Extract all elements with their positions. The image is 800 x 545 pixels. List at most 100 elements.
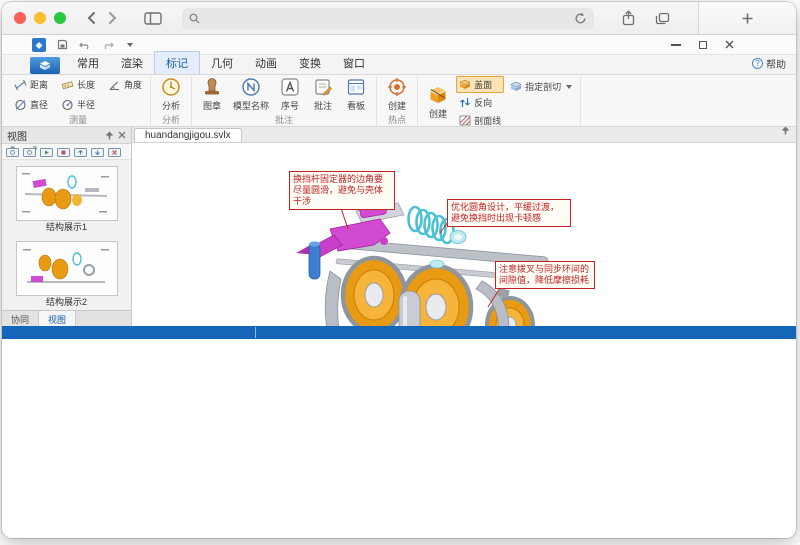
update-view-icon[interactable] xyxy=(23,146,37,157)
3d-model-rendering xyxy=(132,143,795,326)
kanban-button[interactable]: 看板 xyxy=(341,76,371,113)
document-tab[interactable]: huandangjigou.svlx xyxy=(134,128,242,142)
annotate-label: 批注 xyxy=(314,99,332,112)
pin-icon[interactable] xyxy=(105,131,114,140)
refresh-icon[interactable] xyxy=(574,12,587,25)
undo-icon[interactable] xyxy=(79,40,91,50)
address-bar[interactable] xyxy=(182,8,594,29)
annotation-callout[interactable]: 优化圆角设计，平缓过渡，避免换挡时出现卡顿感 xyxy=(447,199,571,227)
tab-chuangkou[interactable]: 窗口 xyxy=(332,52,376,74)
stop-views-icon[interactable] xyxy=(57,146,71,157)
search-input[interactable] xyxy=(206,12,568,24)
delete-view-icon[interactable] xyxy=(108,146,122,157)
hotspot-create-button[interactable]: 创建 xyxy=(382,76,412,113)
model-viewport[interactable]: 换挡杆固定器的边角要尽量圆滑，避免与壳体干涉 优化圆角设计，平缓过渡，避免换挡时… xyxy=(132,143,796,326)
help-button[interactable]: ? 帮助 xyxy=(752,56,796,74)
close-window-button[interactable] xyxy=(14,12,26,24)
browser-chrome xyxy=(2,2,796,35)
measure-length-button[interactable]: 长度 xyxy=(58,76,98,93)
section-create-label: 创建 xyxy=(429,107,447,120)
tab-donghua[interactable]: 动画 xyxy=(244,52,288,74)
measure-diameter-button[interactable]: 直径 xyxy=(11,96,51,113)
sidebar-bottom-tabs: 协同 视图 xyxy=(2,310,131,326)
analysis-label: 分析 xyxy=(162,99,180,112)
view-item-structure-1[interactable]: 结构展示1 xyxy=(7,163,126,234)
quick-toolbar-dropdown-icon[interactable] xyxy=(127,43,133,47)
save-icon[interactable] xyxy=(57,39,68,50)
window-footer xyxy=(2,339,796,538)
kanban-label: 看板 xyxy=(347,99,365,112)
view-up-icon[interactable] xyxy=(74,146,88,157)
view-item-label: 结构展示2 xyxy=(46,297,87,307)
section-assign-button[interactable]: 指定剖切 xyxy=(507,78,575,95)
tabbar-pin-button[interactable] xyxy=(781,122,796,142)
measure-distance-label: 距离 xyxy=(30,78,48,91)
ribbon-group-hotspot: 创建 热点 xyxy=(377,76,418,126)
app-menu-button[interactable] xyxy=(30,57,60,74)
view-down-icon[interactable] xyxy=(91,146,105,157)
stamp-icon xyxy=(202,77,222,97)
hatch-lines-icon xyxy=(459,115,471,126)
model-name-label: 模型名称 xyxy=(233,99,269,112)
measure-angle-button[interactable]: 角度 xyxy=(105,76,145,93)
help-label: 帮助 xyxy=(766,56,786,71)
tabs-overview-icon[interactable] xyxy=(655,12,670,25)
stamp-button[interactable]: 图章 xyxy=(197,76,227,113)
status-bar xyxy=(2,326,796,339)
measure-distance-button[interactable]: 距离 xyxy=(11,76,51,93)
tab-xuanran[interactable]: 渲染 xyxy=(110,52,154,74)
share-icon[interactable] xyxy=(622,10,635,26)
analysis-button[interactable]: 分析 xyxy=(156,76,186,113)
view-item-label: 结构展示1 xyxy=(46,222,87,232)
section-create-button[interactable]: 创建 xyxy=(423,84,453,121)
stamp-label: 图章 xyxy=(203,99,221,112)
search-icon xyxy=(189,13,200,24)
cover-face-icon xyxy=(459,79,471,90)
tab-biaoji[interactable]: 标记 xyxy=(154,51,200,74)
section-reverse-button[interactable]: 反向 xyxy=(456,94,504,111)
sidebar-toggle-button[interactable] xyxy=(140,12,166,25)
traffic-lights xyxy=(14,12,66,24)
distance-icon xyxy=(14,79,27,91)
views-toolbar xyxy=(2,144,131,160)
forward-button[interactable] xyxy=(102,7,124,29)
measure-radius-button[interactable]: 半径 xyxy=(58,96,98,113)
view-thumbnail xyxy=(16,166,118,221)
tab-jihe[interactable]: 几何 xyxy=(200,52,244,74)
app-maximize-icon[interactable] xyxy=(699,41,707,49)
capture-view-icon[interactable] xyxy=(6,146,20,157)
views-panel-title: 视图 xyxy=(7,128,27,143)
tab-changyong[interactable]: 常用 xyxy=(66,52,110,74)
tab-views[interactable]: 视图 xyxy=(39,311,76,326)
note-pad-icon xyxy=(313,77,333,97)
app-menu-cube-icon xyxy=(39,60,51,71)
new-tab-area[interactable] xyxy=(698,2,796,34)
measure-length-label: 长度 xyxy=(77,78,95,91)
chrome-action-icons xyxy=(622,10,670,26)
document-tab-bar: huandangjigou.svlx xyxy=(132,127,796,143)
app-minimize-icon[interactable] xyxy=(671,44,681,46)
model-name-button[interactable]: 模型名称 xyxy=(230,76,272,113)
clock-gauge-icon xyxy=(161,77,181,97)
annotation-callout[interactable]: 注意拨叉与同步环间的间隙值，降低摩擦损耗 xyxy=(495,261,595,289)
section-cover-label: 盖面 xyxy=(474,78,492,91)
zoom-window-button[interactable] xyxy=(54,12,66,24)
ribbon-group-annotation: 图章 模型名称 序号 批注 看板 批注 xyxy=(192,76,377,126)
section-cover-button[interactable]: 盖面 xyxy=(456,76,504,93)
minimize-window-button[interactable] xyxy=(34,12,46,24)
measure-diameter-label: 直径 xyxy=(30,98,48,111)
annotation-callout[interactable]: 换挡杆固定器的边角要尽量圆滑，避免与壳体干涉 xyxy=(289,171,395,210)
annotate-button[interactable]: 批注 xyxy=(308,76,338,113)
tab-collaboration[interactable]: 协同 xyxy=(2,311,39,326)
play-views-icon[interactable] xyxy=(40,146,54,157)
length-icon xyxy=(61,79,74,91)
app-close-icon[interactable] xyxy=(725,40,734,49)
sequence-number-button[interactable]: 序号 xyxy=(275,76,305,113)
panel-close-icon[interactable] xyxy=(118,131,126,139)
angle-icon xyxy=(108,79,121,91)
back-button[interactable] xyxy=(80,7,102,29)
view-item-structure-2[interactable]: 结构展示2 xyxy=(7,238,126,309)
tab-bianhuan[interactable]: 变换 xyxy=(288,52,332,74)
redo-icon[interactable] xyxy=(102,40,114,50)
annotation-group-label: 批注 xyxy=(197,113,371,127)
